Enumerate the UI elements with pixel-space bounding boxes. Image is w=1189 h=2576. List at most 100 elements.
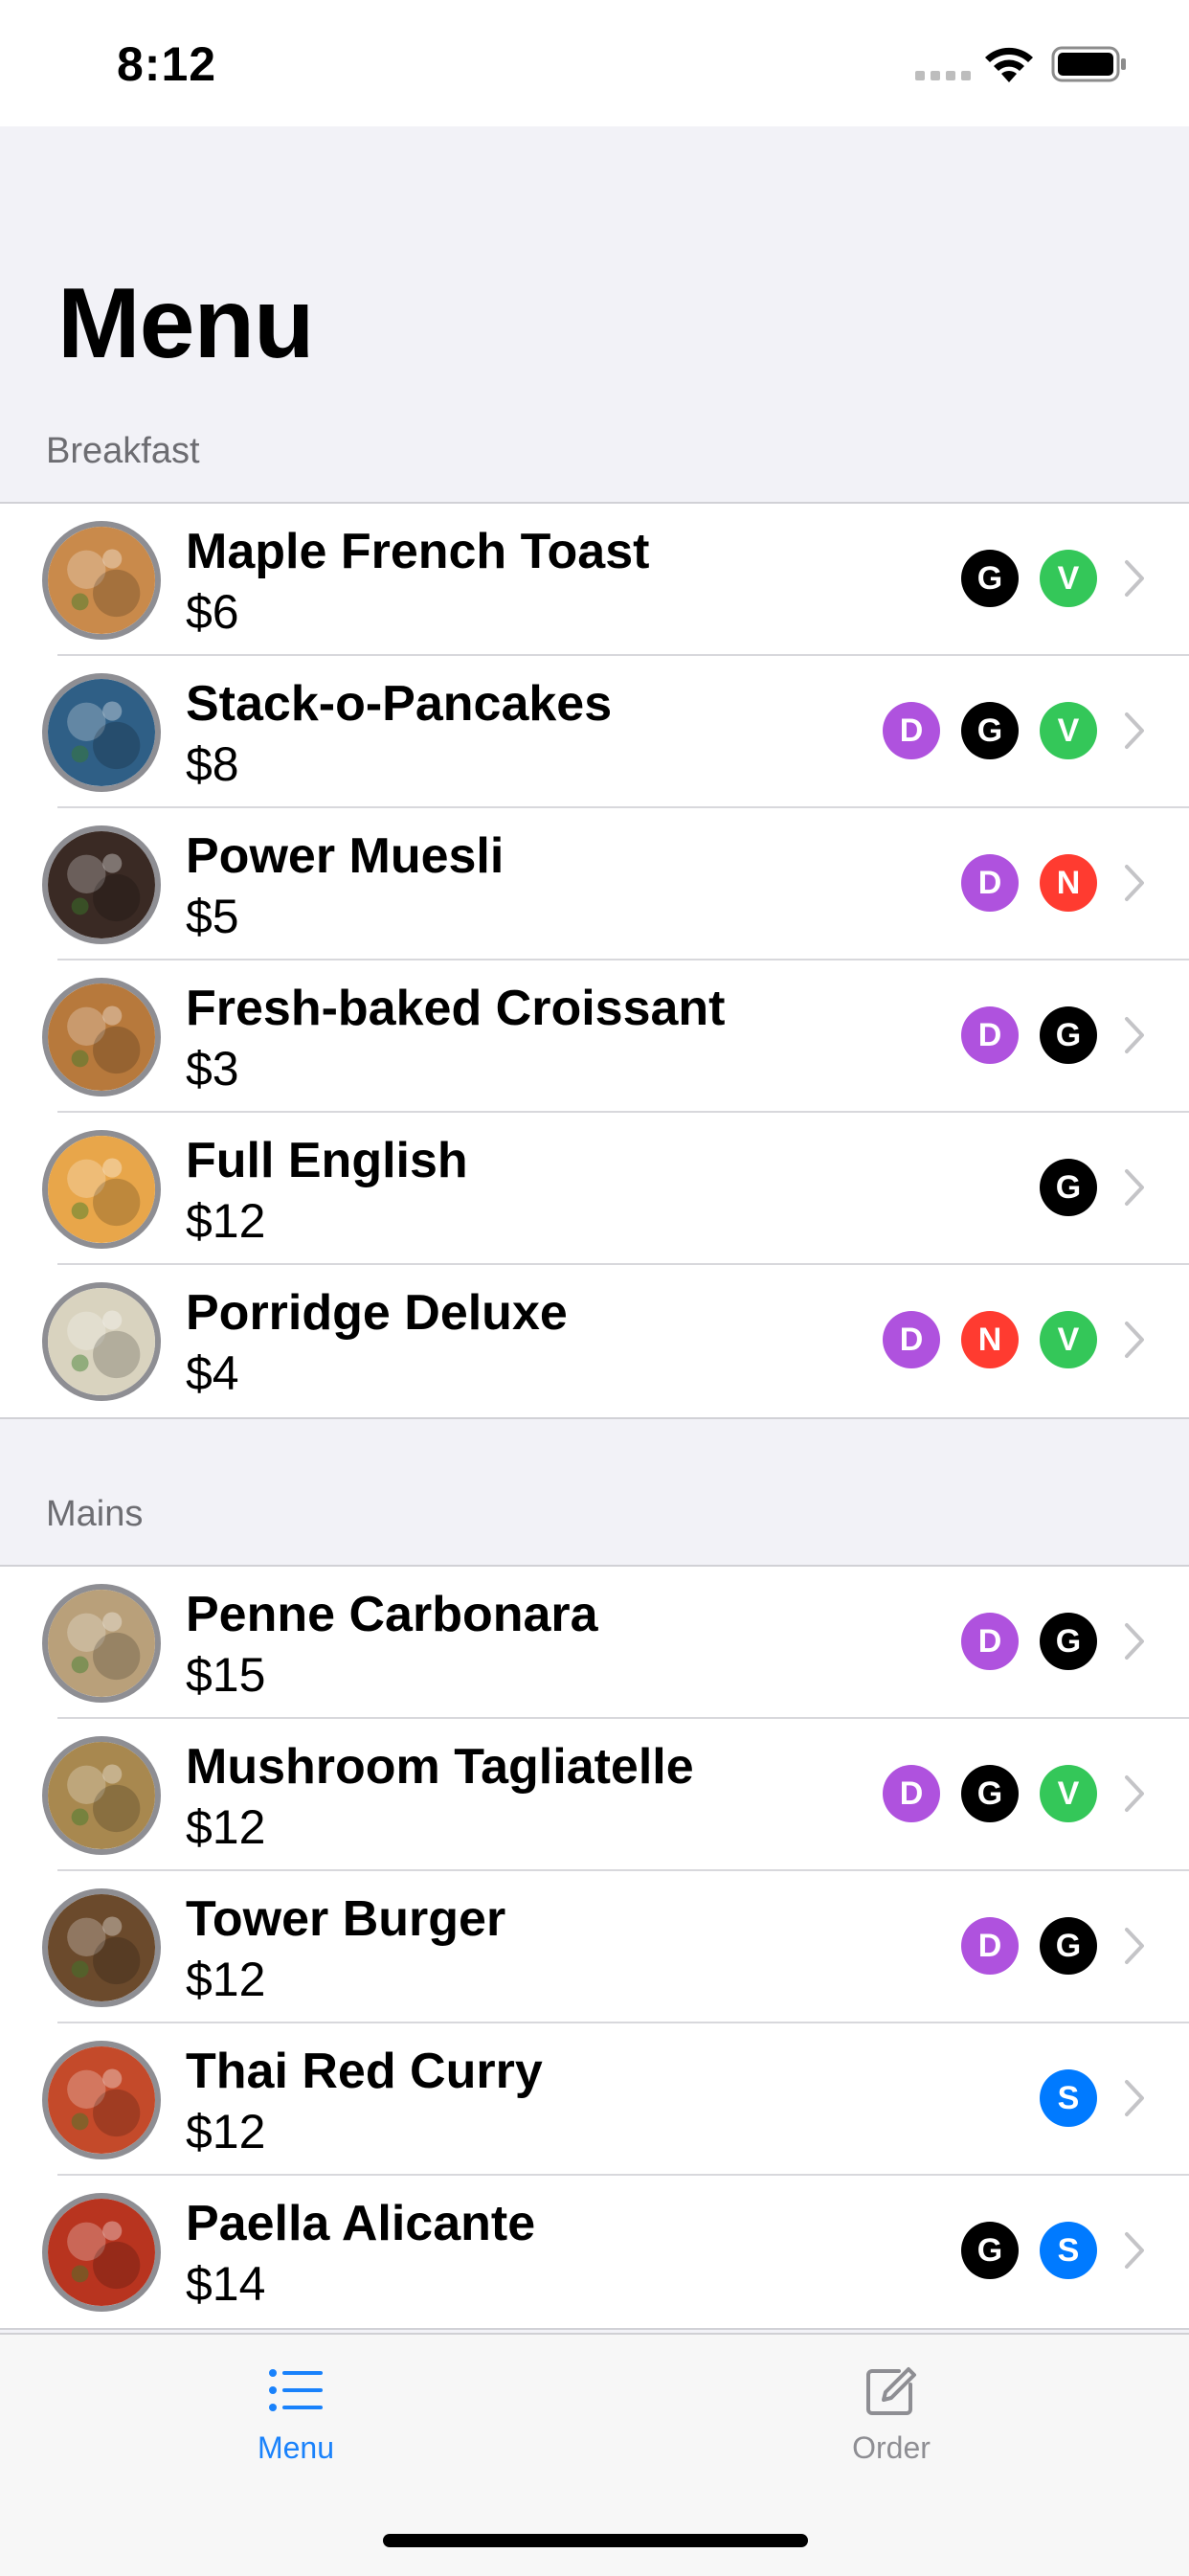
dietary-badge-v: V bbox=[1040, 550, 1097, 607]
dietary-badge-v: V bbox=[1040, 1765, 1097, 1822]
home-indicator bbox=[383, 2534, 808, 2547]
menu-item-name: Stack-o-Pancakes bbox=[186, 676, 613, 732]
dietary-badge-g: G bbox=[961, 2222, 1019, 2279]
chevron-right-icon bbox=[1125, 1775, 1144, 1812]
dietary-badges: VND bbox=[883, 1311, 1097, 1368]
menu-item-name: Full English bbox=[186, 1133, 468, 1188]
dietary-badge-d: D bbox=[961, 1917, 1019, 1975]
dietary-badge-n: N bbox=[1040, 854, 1097, 912]
tab-menu[interactable]: Menu bbox=[181, 2354, 411, 2497]
menu-item-price: $4 bbox=[186, 1346, 239, 1400]
dietary-badges: VGD bbox=[883, 702, 1097, 759]
wifi-icon bbox=[985, 47, 1033, 82]
dietary-badge-d: D bbox=[961, 1613, 1019, 1670]
menu-item-row[interactable]: Stack-o-Pancakes $8 V G D bbox=[0, 656, 1189, 808]
list-icon bbox=[269, 2369, 323, 2411]
menu-item-price: $3 bbox=[186, 1042, 239, 1096]
section-header-mains: Mains bbox=[46, 1494, 144, 1534]
dietary-badges: S bbox=[1040, 2069, 1097, 2127]
dietary-badge-d: D bbox=[883, 702, 940, 759]
tab-order[interactable]: Order bbox=[776, 2354, 1006, 2497]
menu-item-price: $12 bbox=[186, 1953, 266, 2006]
breakfast-list: Maple French Toast $6 V G Stack-o-Pancakes $8… bbox=[0, 502, 1189, 1419]
food-photo-thumbnail bbox=[42, 673, 161, 792]
food-photo-thumbnail bbox=[42, 1282, 161, 1401]
battery-icon bbox=[1051, 46, 1126, 82]
dietary-badges: GD bbox=[961, 1613, 1097, 1670]
chevron-right-icon bbox=[1125, 1169, 1144, 1206]
dietary-badge-s: S bbox=[1040, 2222, 1097, 2279]
menu-item-price: $12 bbox=[186, 2105, 266, 2158]
compose-icon bbox=[866, 2367, 916, 2415]
food-photo-thumbnail bbox=[42, 2041, 161, 2159]
menu-item-price: $14 bbox=[186, 2257, 266, 2311]
menu-item-name: Fresh-baked Croissant bbox=[186, 981, 726, 1036]
dietary-badges: GD bbox=[961, 1917, 1097, 1975]
dietary-badges: ND bbox=[961, 854, 1097, 912]
menu-item-price: $6 bbox=[186, 585, 239, 639]
chevron-right-icon bbox=[1125, 2232, 1144, 2269]
status-time: 8:12 bbox=[117, 37, 217, 91]
dietary-badges: SG bbox=[961, 2222, 1097, 2279]
dietary-badge-d: D bbox=[883, 1311, 940, 1368]
menu-item-row[interactable]: Mushroom Tagliatelle $12 V G D bbox=[0, 1719, 1189, 1871]
menu-item-row[interactable]: Thai Red Curry $12 S bbox=[0, 2023, 1189, 2176]
page-title: Menu bbox=[57, 268, 315, 379]
menu-item-name: Thai Red Curry bbox=[186, 2044, 543, 2099]
menu-item-price: $15 bbox=[186, 1648, 266, 1702]
menu-item-name: Mushroom Tagliatelle bbox=[186, 1739, 694, 1795]
menu-item-price: $12 bbox=[186, 1800, 266, 1854]
food-photo-thumbnail bbox=[42, 521, 161, 640]
dietary-badge-s: S bbox=[1040, 2069, 1097, 2127]
menu-item-row[interactable]: Maple French Toast $6 V G bbox=[0, 504, 1189, 656]
cellular-signal-icon bbox=[915, 71, 971, 80]
tab-order-label: Order bbox=[852, 2430, 931, 2465]
dietary-badge-g: G bbox=[961, 1765, 1019, 1822]
dietary-badges: VGD bbox=[883, 1765, 1097, 1822]
status-bar: 8:12 bbox=[0, 0, 1189, 126]
menu-item-row[interactable]: Power Muesli $5 N D bbox=[0, 808, 1189, 960]
menu-item-name: Penne Carbonara bbox=[186, 1587, 598, 1642]
menu-item-row[interactable]: Full English $12 G bbox=[0, 1113, 1189, 1265]
chevron-right-icon bbox=[1125, 1017, 1144, 1053]
menu-item-price: $5 bbox=[186, 890, 239, 943]
dietary-badges: VG bbox=[961, 550, 1097, 607]
menu-item-price: $12 bbox=[186, 1194, 266, 1248]
tab-menu-label: Menu bbox=[257, 2430, 335, 2465]
food-photo-thumbnail bbox=[42, 978, 161, 1096]
dietary-badge-g: G bbox=[1040, 1613, 1097, 1670]
food-photo-thumbnail bbox=[42, 1130, 161, 1249]
chevron-right-icon bbox=[1125, 2080, 1144, 2116]
dietary-badge-d: D bbox=[883, 1765, 940, 1822]
food-photo-thumbnail bbox=[42, 1584, 161, 1703]
menu-item-row[interactable]: Paella Alicante $14 S G bbox=[0, 2176, 1189, 2328]
dietary-badge-g: G bbox=[961, 702, 1019, 759]
food-photo-thumbnail bbox=[42, 1736, 161, 1855]
chevron-right-icon bbox=[1125, 865, 1144, 901]
chevron-right-icon bbox=[1125, 560, 1144, 597]
chevron-right-icon bbox=[1125, 1928, 1144, 1964]
dietary-badge-g: G bbox=[1040, 1917, 1097, 1975]
dietary-badge-g: G bbox=[1040, 1006, 1097, 1064]
dietary-badge-v: V bbox=[1040, 1311, 1097, 1368]
dietary-badge-d: D bbox=[961, 1006, 1019, 1064]
menu-item-row[interactable]: Penne Carbonara $15 G D bbox=[0, 1567, 1189, 1719]
food-photo-thumbnail bbox=[42, 825, 161, 944]
menu-item-name: Paella Alicante bbox=[186, 2196, 536, 2251]
dietary-badge-v: V bbox=[1040, 702, 1097, 759]
dietary-badge-g: G bbox=[1040, 1159, 1097, 1216]
menu-item-row[interactable]: Fresh-baked Croissant $3 G D bbox=[0, 960, 1189, 1113]
menu-item-name: Porridge Deluxe bbox=[186, 1285, 568, 1341]
chevron-right-icon bbox=[1125, 1322, 1144, 1358]
dietary-badges: GD bbox=[961, 1006, 1097, 1064]
dietary-badges: G bbox=[1040, 1159, 1097, 1216]
mains-list: Penne Carbonara $15 G D Mushroom Tagliatelle… bbox=[0, 1565, 1189, 2330]
dietary-badge-d: D bbox=[961, 854, 1019, 912]
menu-item-row[interactable]: Porridge Deluxe $4 V N D bbox=[0, 1265, 1189, 1417]
menu-item-name: Power Muesli bbox=[186, 828, 505, 884]
dietary-badge-g: G bbox=[961, 550, 1019, 607]
menu-item-row[interactable]: Tower Burger $12 G D bbox=[0, 1871, 1189, 2023]
chevron-right-icon bbox=[1125, 1623, 1144, 1660]
section-header-breakfast: Breakfast bbox=[46, 431, 200, 471]
food-photo-thumbnail bbox=[42, 1888, 161, 2007]
